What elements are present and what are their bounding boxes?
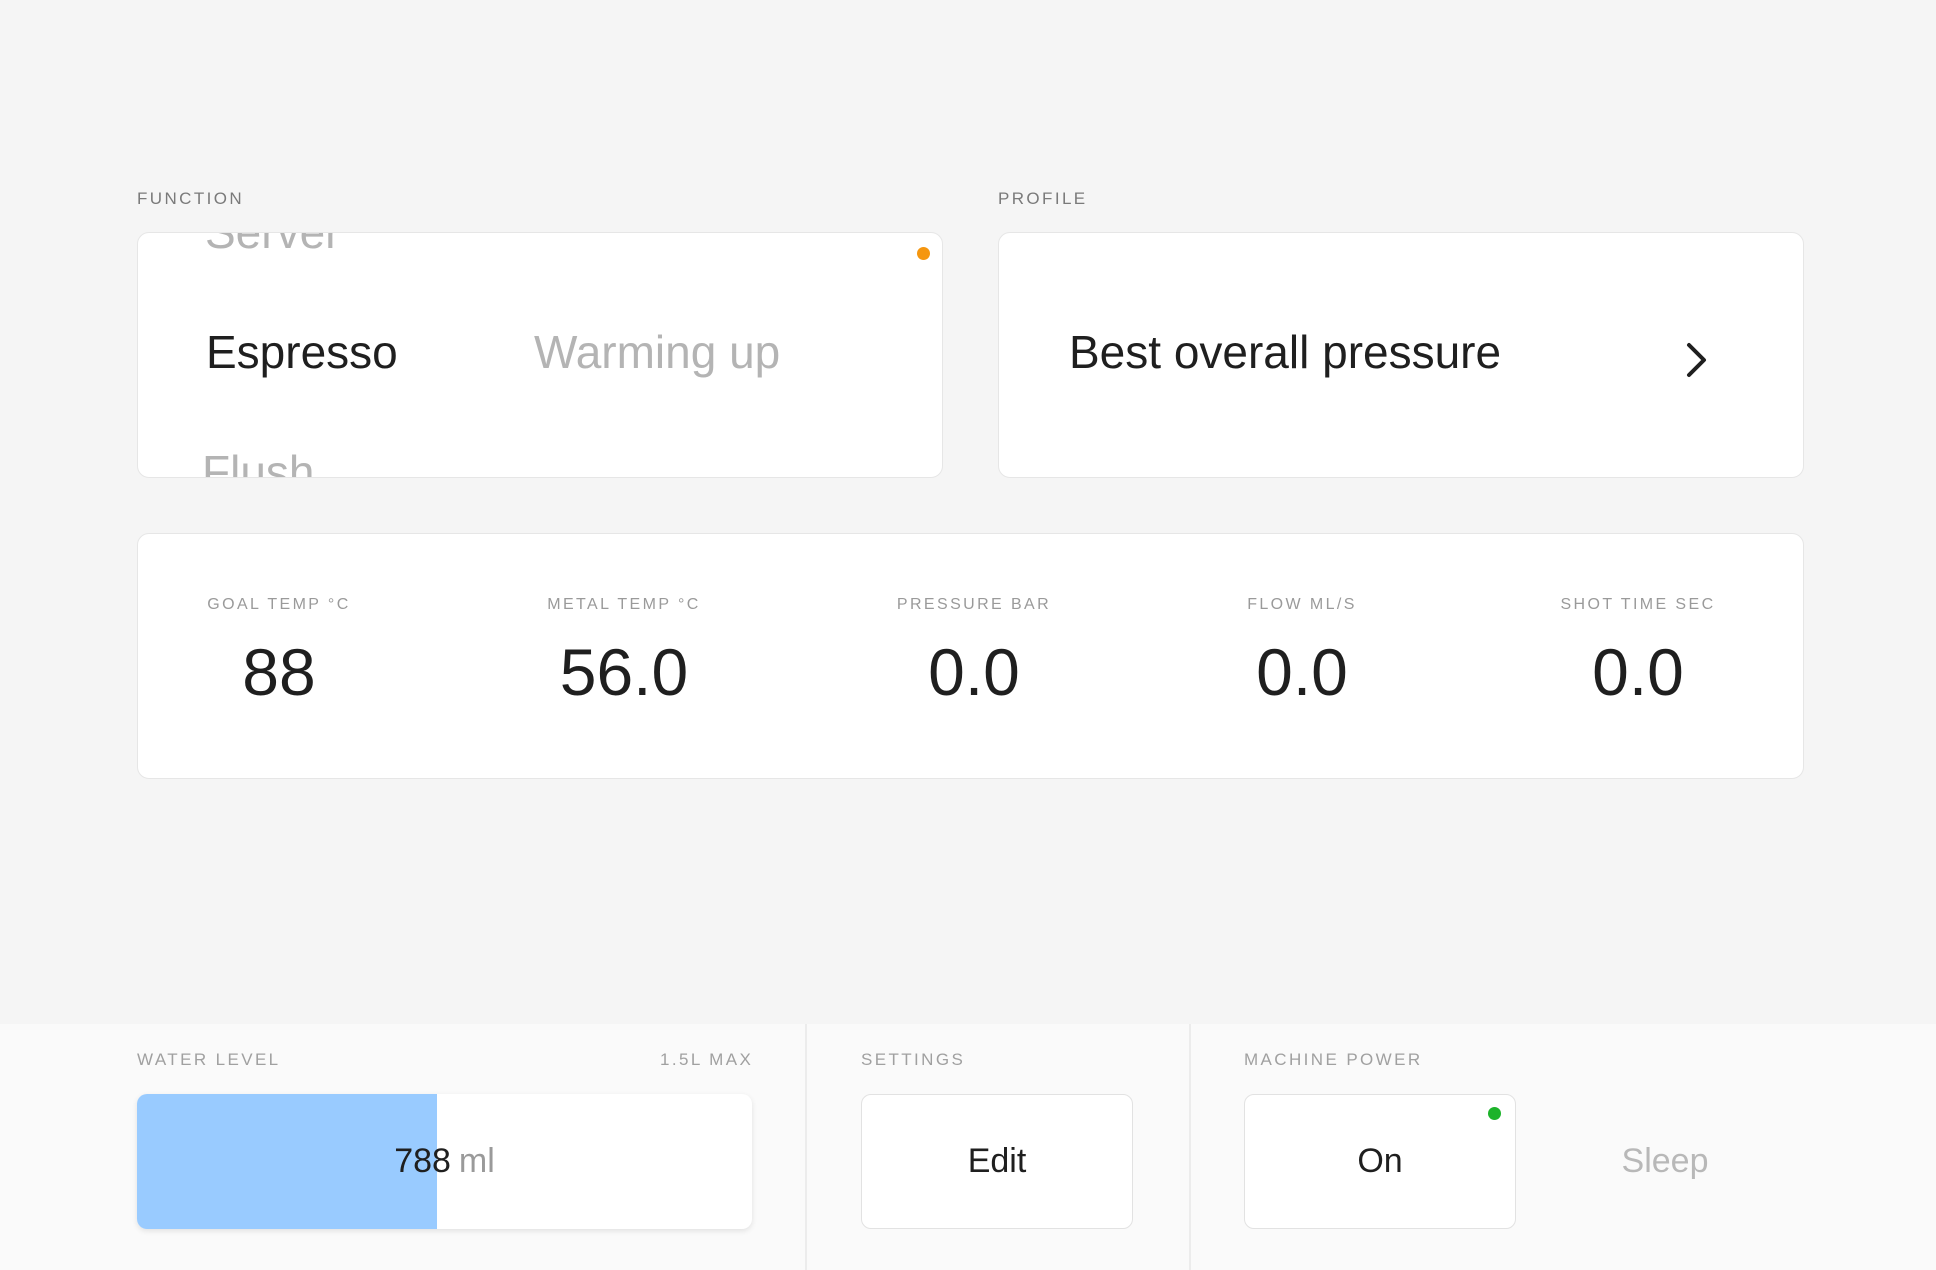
metric-label: SHOT TIME SEC xyxy=(1560,596,1716,613)
function-option-server[interactable]: Server xyxy=(205,233,340,259)
metric-goal-temp: GOAL TEMP °C 88 xyxy=(159,596,399,710)
power-on-indicator-dot xyxy=(1488,1107,1501,1120)
metric-value: 0.0 xyxy=(1592,635,1684,709)
function-option-flush[interactable]: Flush xyxy=(202,445,314,477)
metric-label: METAL TEMP °C xyxy=(547,596,701,613)
metric-shot-time: SHOT TIME SEC 0.0 xyxy=(1518,596,1758,710)
status-indicator-dot xyxy=(917,247,930,260)
function-status: Warming up xyxy=(534,326,781,378)
power-on-button[interactable]: On xyxy=(1244,1094,1516,1229)
water-level-unit: ml xyxy=(458,1142,495,1180)
machine-power-label: MACHINE POWER xyxy=(1244,1050,1423,1069)
edit-settings-button[interactable]: Edit xyxy=(861,1094,1133,1229)
metric-value: 0.0 xyxy=(928,635,1020,709)
profile-label: PROFILE xyxy=(998,189,1088,208)
metrics-panel: GOAL TEMP °C 88 METAL TEMP °C 56.0 PRESS… xyxy=(137,533,1804,779)
chevron-right-icon xyxy=(1687,343,1706,377)
divider xyxy=(805,1024,807,1270)
profile-name: Best overall pressure xyxy=(1069,326,1502,378)
metric-label: PRESSURE BAR xyxy=(896,596,1052,613)
water-level-value: 788 xyxy=(394,1142,451,1180)
function-label: FUNCTION xyxy=(137,189,245,208)
metric-value: 0.0 xyxy=(1256,635,1348,709)
divider xyxy=(1189,1024,1191,1270)
metric-pressure: PRESSURE BAR 0.0 xyxy=(854,596,1094,710)
metric-value: 56.0 xyxy=(559,635,689,709)
metric-flow: FLOW ML/S 0.0 xyxy=(1182,596,1422,710)
power-sleep-button[interactable]: Sleep xyxy=(1515,1094,1815,1229)
water-level-label: WATER LEVEL xyxy=(137,1050,281,1069)
metric-value: 88 xyxy=(242,635,316,709)
function-picker[interactable]: Server Espresso Flush Warming up xyxy=(137,232,943,478)
water-max-label: 1.5L MAX xyxy=(660,1050,754,1069)
water-level-gauge: 788 ml xyxy=(137,1094,752,1229)
espresso-machine-dashboard: FUNCTION Server Espresso Flush Warming u… xyxy=(0,0,1936,1270)
metric-label: GOAL TEMP °C xyxy=(207,596,351,613)
power-on-label: On xyxy=(1357,1142,1403,1180)
metric-metal-temp: METAL TEMP °C 56.0 xyxy=(504,596,744,710)
settings-label: SETTINGS xyxy=(861,1050,966,1069)
function-option-espresso[interactable]: Espresso xyxy=(206,325,398,379)
profile-selector[interactable]: Best overall pressure xyxy=(998,232,1804,478)
metric-label: FLOW ML/S xyxy=(1247,596,1357,613)
water-level-readout: 788 ml xyxy=(137,1094,752,1229)
